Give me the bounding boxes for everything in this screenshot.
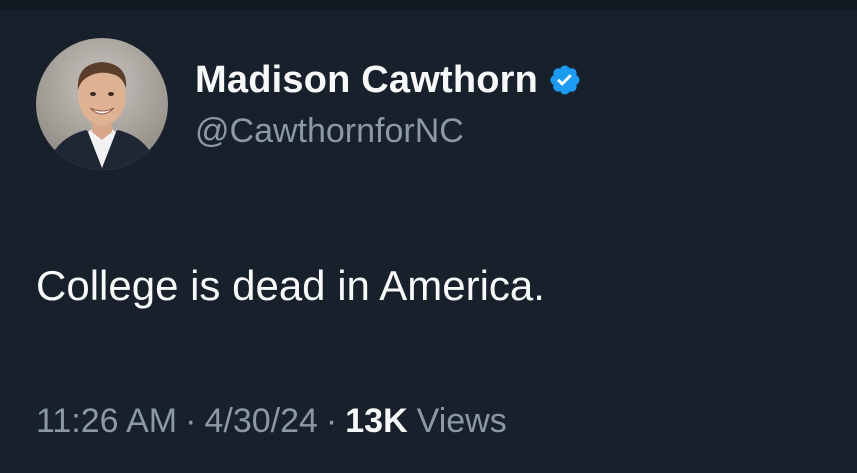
tweet-time[interactable]: 11:26 AM bbox=[36, 402, 177, 441]
tweet-text: College is dead in America. bbox=[36, 262, 545, 309]
views-label[interactable]: Views bbox=[417, 402, 507, 441]
views-count[interactable]: 13K bbox=[345, 402, 407, 441]
tweet-meta: 11:26 AM · 4/30/24 · 13K Views bbox=[36, 402, 507, 441]
author-name-row: Madison Cawthorn bbox=[195, 55, 582, 105]
tweet-date[interactable]: 4/30/24 bbox=[204, 402, 317, 441]
meta-separator: · bbox=[185, 402, 197, 440]
author-avatar[interactable] bbox=[36, 38, 168, 170]
avatar-photo-icon bbox=[36, 38, 168, 170]
meta-separator: · bbox=[325, 402, 338, 440]
top-edge bbox=[0, 0, 857, 10]
author-handle[interactable]: @CawthornforNC bbox=[195, 112, 464, 151]
verified-badge-icon[interactable] bbox=[548, 63, 582, 97]
author-display-name[interactable]: Madison Cawthorn bbox=[195, 59, 538, 102]
